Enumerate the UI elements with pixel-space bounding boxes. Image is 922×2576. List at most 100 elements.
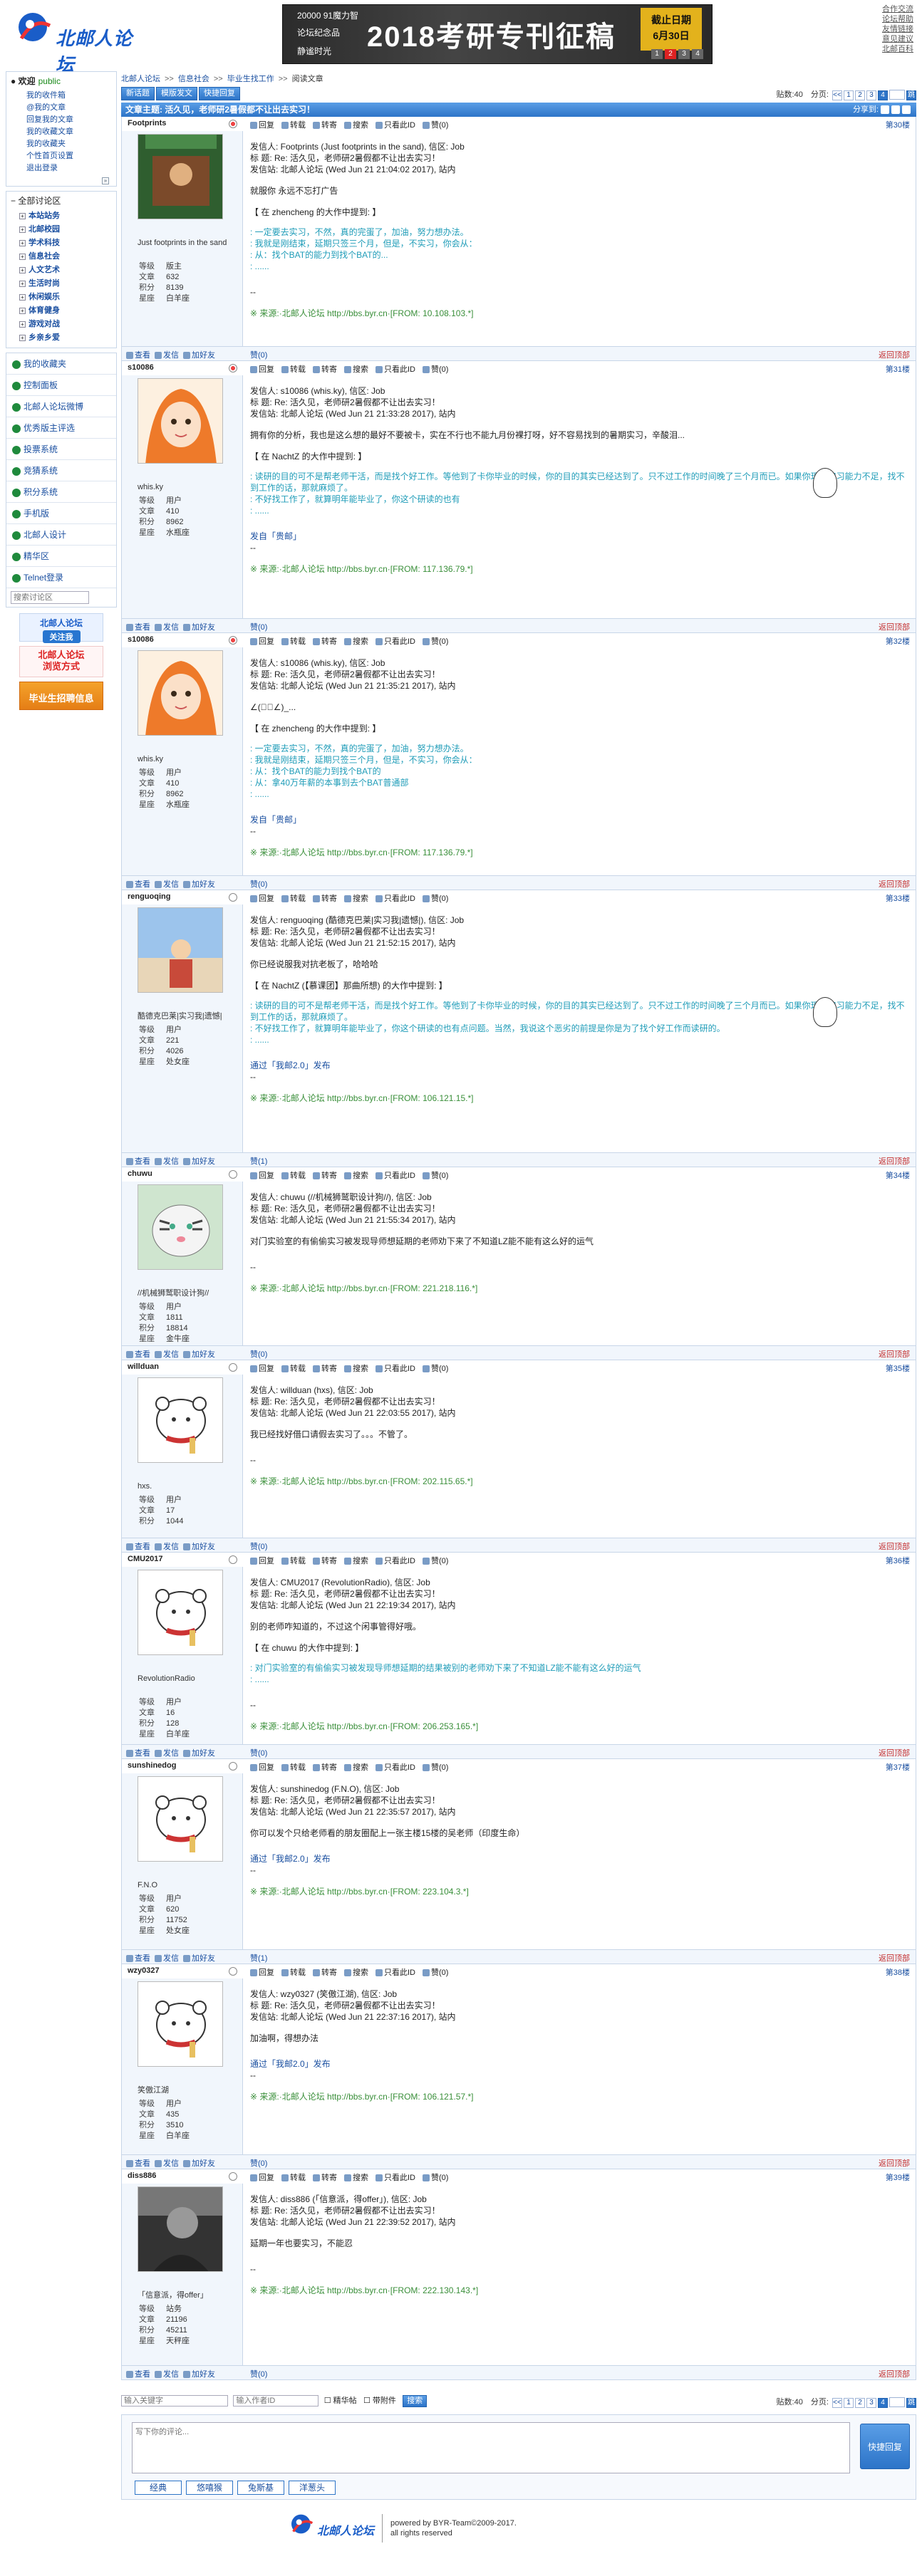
floor-number[interactable]: 第33楼: [886, 892, 910, 904]
avatar[interactable]: [138, 134, 223, 219]
sidebar-link[interactable]: 手机版: [6, 503, 116, 524]
section-item[interactable]: + 体育健身: [19, 304, 112, 318]
post-author[interactable]: wzy0327: [128, 1966, 160, 1975]
view-profile-button[interactable]: 查看: [126, 1543, 150, 1551]
post-signature[interactable]: 发自「贵邮」: [250, 531, 908, 542]
avatar[interactable]: [138, 1776, 223, 1862]
send-message-button[interactable]: 发信: [155, 1543, 179, 1551]
only-this-id-button[interactable]: 只看此ID: [375, 1365, 415, 1373]
promo-banner[interactable]: 20000 91魔力智 论坛纪念品 静谧时光 2018考研专刊征稿 截止日期 6…: [282, 4, 713, 64]
sidebar-link[interactable]: 竞猜系统: [6, 460, 116, 481]
like-button[interactable]: 赞(0): [423, 1968, 448, 1977]
repost-button[interactable]: 转载: [281, 895, 306, 903]
search-button[interactable]: 搜索: [344, 637, 368, 646]
user-menu-item[interactable]: 我的收藏文章: [26, 126, 112, 138]
search-button[interactable]: 搜索: [344, 1365, 368, 1373]
user-menu-item[interactable]: 个性首页设置: [26, 150, 112, 162]
search-button[interactable]: 搜索: [344, 1557, 368, 1565]
digest-checkbox[interactable]: ☐ 精华帖: [324, 2397, 357, 2405]
forward-button[interactable]: 转寄: [313, 365, 337, 374]
only-this-id-button[interactable]: 只看此ID: [375, 2174, 415, 2182]
repost-button[interactable]: 转载: [281, 2174, 306, 2182]
sidebar-link[interactable]: 投票系统: [6, 439, 116, 460]
reply-button[interactable]: 回复: [250, 2174, 274, 2182]
page-first[interactable]: <<: [832, 2398, 842, 2408]
page-current[interactable]: 4: [878, 90, 888, 100]
floor-number[interactable]: 第31楼: [886, 363, 910, 375]
post-author[interactable]: chuwu: [128, 1169, 152, 1178]
floor-number[interactable]: 第38楼: [886, 1966, 910, 1978]
top-link[interactable]: 北邮百科: [882, 44, 913, 54]
banner-page-2[interactable]: 2: [665, 49, 676, 59]
section-item[interactable]: + 信息社会: [19, 250, 112, 264]
search-button[interactable]: 搜索: [344, 121, 368, 130]
page-link[interactable]: 2: [855, 2398, 865, 2408]
post-like[interactable]: 赞(0): [250, 2368, 267, 2379]
repost-button[interactable]: 转载: [281, 1172, 306, 1180]
post-like[interactable]: 赞(0): [250, 1747, 267, 1758]
post-signature[interactable]: 通过「我邮2.0」发布: [250, 1060, 908, 1071]
quick-reply-button[interactable]: 快捷回复: [199, 87, 240, 100]
send-message-button[interactable]: 发信: [155, 351, 179, 360]
post-author[interactable]: CMU2017: [128, 1555, 163, 1563]
minus-icon[interactable]: −: [11, 196, 16, 206]
post-signature[interactable]: 通过「我邮2.0」发布: [250, 2058, 908, 2070]
view-profile-button[interactable]: 查看: [126, 351, 150, 360]
user-menu-item[interactable]: 退出登录: [26, 162, 112, 174]
page-current[interactable]: 4: [878, 2398, 888, 2408]
post-like[interactable]: 赞(0): [250, 349, 267, 360]
page-link[interactable]: 3: [866, 90, 876, 100]
back-to-top-link[interactable]: 返回顶部: [879, 1747, 910, 1758]
only-this-id-button[interactable]: 只看此ID: [375, 1763, 415, 1772]
send-message-button[interactable]: 发信: [155, 623, 179, 632]
reply-button[interactable]: 回复: [250, 1365, 274, 1373]
section-item[interactable]: + 学术科技: [19, 236, 112, 250]
view-profile-button[interactable]: 查看: [126, 1749, 150, 1758]
post-like[interactable]: 赞(1): [250, 1155, 267, 1167]
floor-number[interactable]: 第32楼: [886, 635, 910, 647]
like-button[interactable]: 赞(0): [423, 365, 448, 374]
section-item[interactable]: + 乡亲乡爱: [19, 331, 112, 345]
post-author[interactable]: Footprints: [128, 119, 166, 127]
avatar[interactable]: [138, 907, 223, 993]
breadcrumb-item[interactable]: 毕业生找工作: [227, 75, 274, 83]
search-button[interactable]: 搜索: [344, 1968, 368, 1977]
post-like[interactable]: 赞(0): [250, 1540, 267, 1552]
like-button[interactable]: 赞(0): [423, 895, 448, 903]
post-like[interactable]: 赞(0): [250, 878, 267, 890]
send-message-button[interactable]: 发信: [155, 2370, 179, 2379]
like-button[interactable]: 赞(0): [423, 2174, 448, 2182]
page-input[interactable]: [889, 2397, 905, 2408]
add-friend-button[interactable]: 加好友: [183, 880, 215, 889]
page-first[interactable]: <<: [832, 90, 842, 100]
jobs-ad[interactable]: 毕业生招聘信息: [19, 682, 103, 710]
forward-button[interactable]: 转寄: [313, 1365, 337, 1373]
like-button[interactable]: 赞(0): [423, 1365, 448, 1373]
reply-button[interactable]: 回复: [250, 1763, 274, 1772]
repost-button[interactable]: 转载: [281, 1365, 306, 1373]
top-link[interactable]: 友情链接: [882, 24, 913, 34]
user-menu-item[interactable]: 回复我的文章: [26, 114, 112, 126]
sidebar-link[interactable]: 我的收藏夹: [6, 353, 116, 375]
repost-button[interactable]: 转载: [281, 637, 306, 646]
sidebar-link[interactable]: 优秀版主评选: [6, 417, 116, 439]
user-menu-item[interactable]: 我的收件箱: [26, 90, 112, 102]
view-profile-button[interactable]: 查看: [126, 880, 150, 889]
forward-button[interactable]: 转寄: [313, 895, 337, 903]
sidebar-link[interactable]: Telnet登录: [6, 567, 116, 588]
emoji-tab[interactable]: 兔斯基: [237, 2481, 284, 2495]
view-profile-button[interactable]: 查看: [126, 2370, 150, 2379]
add-friend-button[interactable]: 加好友: [183, 623, 215, 632]
back-to-top-link[interactable]: 返回顶部: [879, 1348, 910, 1360]
floor-number[interactable]: 第39楼: [886, 2171, 910, 2183]
author-input[interactable]: [233, 2395, 319, 2406]
emoji-tab[interactable]: 洋葱头: [289, 2481, 336, 2495]
user-menu-item[interactable]: 我的收藏夹: [26, 138, 112, 150]
page-input[interactable]: [889, 90, 905, 100]
repost-button[interactable]: 转载: [281, 1557, 306, 1565]
add-friend-button[interactable]: 加好友: [183, 2370, 215, 2379]
top-link[interactable]: 合作交流: [882, 4, 913, 14]
post-author[interactable]: s10086: [128, 635, 154, 644]
section-search-input[interactable]: [11, 591, 89, 604]
attachment-checkbox[interactable]: ☐ 带附件: [363, 2397, 396, 2405]
